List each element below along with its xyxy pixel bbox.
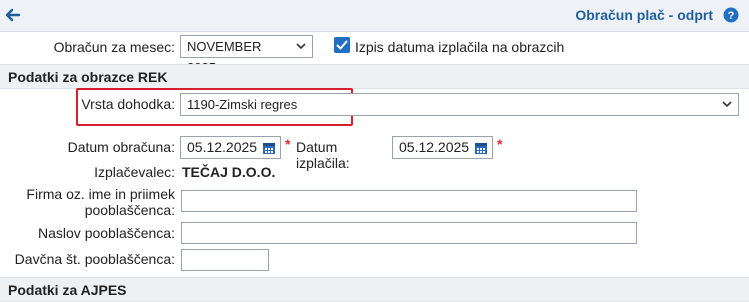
required-marker: * xyxy=(497,136,503,152)
authorized-firm-label-line1: Firma oz. ime in priimek xyxy=(26,186,175,202)
section-ajpes-header: Podatki za AJPES xyxy=(0,277,749,302)
chevron-down-icon xyxy=(296,43,306,50)
payout-date-input[interactable]: 05.12.2025 xyxy=(392,136,493,159)
calendar-icon[interactable] xyxy=(474,141,488,155)
page-title: Obračun plač - odprt xyxy=(575,7,713,23)
top-bar: Obračun plač - odprt ? xyxy=(0,0,749,32)
print-dates-checkbox[interactable] xyxy=(334,37,350,53)
authorized-firm-input[interactable] xyxy=(181,190,637,212)
income-type-select[interactable]: 1190-Zimski regres xyxy=(180,93,739,116)
calc-date-input[interactable]: 05.12.2025 xyxy=(180,136,281,159)
calendar-icon[interactable] xyxy=(262,141,276,155)
svg-text:?: ? xyxy=(728,10,735,22)
chevron-down-icon xyxy=(722,101,732,108)
section-rek-header: Podatki za obrazce REK xyxy=(0,64,749,89)
authorized-tax-input[interactable] xyxy=(181,249,269,271)
checkmark-icon xyxy=(336,40,348,50)
authorized-tax-label: Davčna št. pooblaščenca: xyxy=(14,251,175,267)
section-rek-title: Podatki za obrazce REK xyxy=(8,69,168,85)
payer-value: TEČAJ D.O.O. xyxy=(182,164,276,180)
required-marker: * xyxy=(285,136,291,152)
authorized-firm-label-line2: pooblaščenca: xyxy=(84,202,175,218)
calc-date-value: 05.12.2025 xyxy=(187,139,258,155)
print-dates-label: Izpis datuma izplačila na obrazcih xyxy=(355,39,565,55)
payout-date-value: 05.12.2025 xyxy=(399,139,470,155)
income-type-label: Vrsta dohodka: xyxy=(81,96,175,112)
payout-date-label: Datum izplačila: xyxy=(296,139,350,171)
month-select[interactable]: NOVEMBER 2025 xyxy=(180,35,313,75)
authorized-address-input[interactable] xyxy=(181,222,637,244)
authorized-address-label: Naslov pooblaščenca: xyxy=(38,225,175,241)
section-ajpes-title: Podatki za AJPES xyxy=(8,282,127,298)
calc-date-label: Datum obračuna: xyxy=(67,139,175,155)
income-type-value: 1190-Zimski regres xyxy=(187,97,298,112)
month-label: Obračun za mesec: xyxy=(53,39,175,55)
help-icon[interactable]: ? xyxy=(723,7,739,23)
back-arrow-icon[interactable] xyxy=(4,6,22,24)
payer-label: Izplačevalec: xyxy=(94,164,175,180)
